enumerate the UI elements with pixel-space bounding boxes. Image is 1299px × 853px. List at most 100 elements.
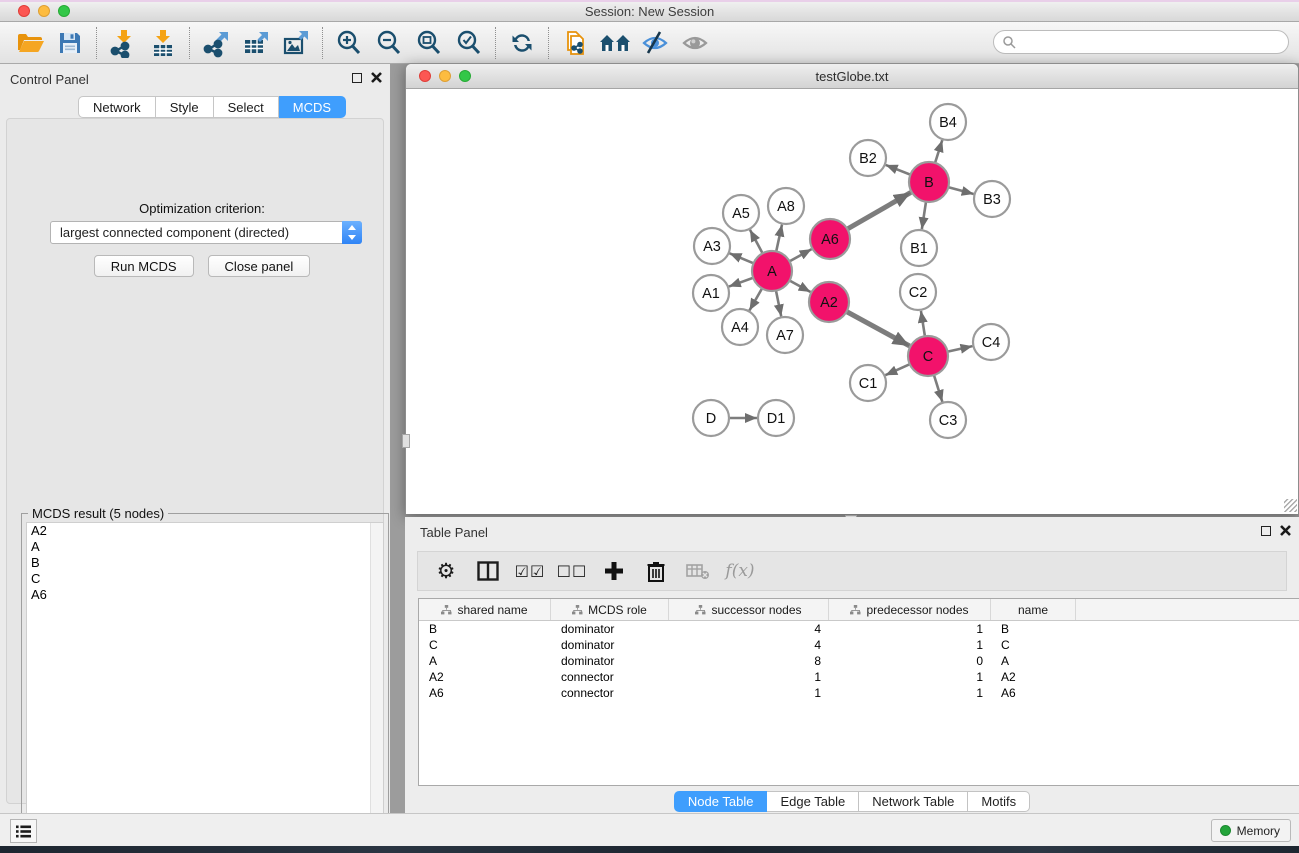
criterion-dropdown[interactable]: largest connected component (directed) bbox=[50, 221, 362, 244]
node-A6[interactable]: A6 bbox=[810, 219, 850, 259]
cell[interactable]: dominator bbox=[551, 653, 669, 669]
cell[interactable]: A6 bbox=[991, 685, 1076, 701]
hide-graphics-details-icon[interactable] bbox=[635, 25, 675, 61]
memory-button[interactable]: Memory bbox=[1211, 819, 1291, 842]
result-item[interactable]: A bbox=[27, 539, 383, 555]
cell[interactable]: A bbox=[991, 653, 1076, 669]
export-image-icon[interactable] bbox=[276, 25, 316, 61]
cell[interactable]: 1 bbox=[669, 669, 829, 685]
cell[interactable]: A2 bbox=[991, 669, 1076, 685]
network-scrollbar-nub[interactable] bbox=[402, 434, 410, 448]
table-row[interactable]: Adominator80A bbox=[419, 653, 1299, 669]
cell[interactable]: 4 bbox=[669, 637, 829, 653]
cell[interactable]: A6 bbox=[419, 685, 551, 701]
show-columns-icon[interactable] bbox=[472, 555, 504, 587]
node-C2[interactable]: C2 bbox=[900, 274, 936, 310]
search-input[interactable] bbox=[1016, 35, 1288, 50]
column-header-predecessor-nodes[interactable]: predecessor nodes bbox=[829, 599, 991, 620]
node-C[interactable]: C bbox=[908, 336, 948, 376]
table-row[interactable]: Cdominator41C bbox=[419, 637, 1299, 653]
close-panel-icon[interactable] bbox=[371, 72, 382, 83]
cell[interactable]: C bbox=[991, 637, 1076, 653]
table-row[interactable]: Bdominator41B bbox=[419, 621, 1299, 637]
cell[interactable]: dominator bbox=[551, 621, 669, 637]
node-D1[interactable]: D1 bbox=[758, 400, 794, 436]
cell[interactable]: 1 bbox=[829, 637, 991, 653]
mcds-result-list[interactable]: A2ABCA6 bbox=[26, 522, 384, 850]
refresh-view-icon[interactable] bbox=[502, 25, 542, 61]
close-table-panel-icon[interactable] bbox=[1280, 525, 1291, 536]
node-B3[interactable]: B3 bbox=[974, 181, 1010, 217]
cell[interactable]: 8 bbox=[669, 653, 829, 669]
cell[interactable]: 1 bbox=[829, 669, 991, 685]
node-A3[interactable]: A3 bbox=[694, 228, 730, 264]
node-B2[interactable]: B2 bbox=[850, 140, 886, 176]
node-A2[interactable]: A2 bbox=[809, 282, 849, 322]
node-C4[interactable]: C4 bbox=[973, 324, 1009, 360]
node-B4[interactable]: B4 bbox=[930, 104, 966, 140]
zoom-selected-icon[interactable] bbox=[449, 25, 489, 61]
clone-network-icon[interactable] bbox=[555, 25, 595, 61]
node-C3[interactable]: C3 bbox=[930, 402, 966, 438]
search-field[interactable] bbox=[993, 30, 1289, 54]
cell[interactable]: dominator bbox=[551, 637, 669, 653]
open-file-icon[interactable] bbox=[10, 25, 50, 61]
tab-node-table[interactable]: Node Table bbox=[674, 791, 768, 812]
deselect-all-checkboxes-icon[interactable]: ☐☐ bbox=[556, 555, 588, 587]
cell[interactable]: 1 bbox=[829, 621, 991, 637]
export-table-icon[interactable] bbox=[236, 25, 276, 61]
column-header-shared-name[interactable]: shared name bbox=[419, 599, 551, 620]
network-canvas[interactable]: B4 B2 B B3 A8A5 A6 A3 B1 A C2 A1 A2 A4A7 C4 C C1 C3 D D1 bbox=[406, 89, 1298, 514]
zoom-in-icon[interactable] bbox=[329, 25, 369, 61]
import-network-icon[interactable] bbox=[103, 25, 143, 61]
cell[interactable]: connector bbox=[551, 669, 669, 685]
home-view-icon[interactable] bbox=[595, 25, 635, 61]
import-table-icon[interactable] bbox=[143, 25, 183, 61]
table-options-gear-icon[interactable]: ⚙ bbox=[430, 555, 462, 587]
zoom-fit-icon[interactable] bbox=[409, 25, 449, 61]
delete-column-icon[interactable] bbox=[640, 555, 672, 587]
node-A5[interactable]: A5 bbox=[723, 195, 759, 231]
zoom-out-icon[interactable] bbox=[369, 25, 409, 61]
task-history-button[interactable] bbox=[10, 819, 37, 843]
network-window-titlebar[interactable]: testGlobe.txt bbox=[406, 64, 1298, 89]
cell[interactable]: 1 bbox=[669, 685, 829, 701]
save-session-icon[interactable] bbox=[50, 25, 90, 61]
tab-select[interactable]: Select bbox=[214, 96, 279, 118]
tab-edge-table[interactable]: Edge Table bbox=[767, 791, 859, 812]
column-header-MCDS-role[interactable]: MCDS role bbox=[551, 599, 669, 620]
node-B[interactable]: B bbox=[909, 162, 949, 202]
cell[interactable]: 0 bbox=[829, 653, 991, 669]
result-item[interactable]: A6 bbox=[27, 587, 383, 603]
result-item[interactable]: C bbox=[27, 571, 383, 587]
float-panel-icon[interactable] bbox=[352, 73, 362, 83]
cell[interactable]: 1 bbox=[829, 685, 991, 701]
select-all-checkboxes-icon[interactable]: ☑☑ bbox=[514, 555, 546, 587]
node-A4[interactable]: A4 bbox=[722, 309, 758, 345]
table-row[interactable]: A6connector11A6 bbox=[419, 685, 1299, 701]
network-resize-grip[interactable] bbox=[1284, 499, 1297, 512]
close-panel-button[interactable]: Close panel bbox=[208, 255, 311, 277]
result-scrollbar[interactable] bbox=[370, 523, 383, 849]
node-A[interactable]: A bbox=[752, 251, 792, 291]
tab-motifs[interactable]: Motifs bbox=[968, 791, 1030, 812]
node-A8[interactable]: A8 bbox=[768, 188, 804, 224]
node-C1[interactable]: C1 bbox=[850, 365, 886, 401]
tab-style[interactable]: Style bbox=[156, 96, 214, 118]
node-A7[interactable]: A7 bbox=[767, 317, 803, 353]
node-A1[interactable]: A1 bbox=[693, 275, 729, 311]
node-B1[interactable]: B1 bbox=[901, 230, 937, 266]
result-item[interactable]: A2 bbox=[27, 523, 383, 539]
node-D[interactable]: D bbox=[693, 400, 729, 436]
tab-mcds[interactable]: MCDS bbox=[279, 96, 346, 118]
cell[interactable]: A bbox=[419, 653, 551, 669]
export-network-icon[interactable] bbox=[196, 25, 236, 61]
tab-network[interactable]: Network bbox=[78, 96, 156, 118]
result-item[interactable]: B bbox=[27, 555, 383, 571]
cell[interactable]: B bbox=[419, 621, 551, 637]
cell[interactable]: B bbox=[991, 621, 1076, 637]
cell[interactable]: 4 bbox=[669, 621, 829, 637]
show-graphics-details-icon[interactable] bbox=[675, 25, 715, 61]
tab-network-table[interactable]: Network Table bbox=[859, 791, 968, 812]
cell[interactable]: C bbox=[419, 637, 551, 653]
